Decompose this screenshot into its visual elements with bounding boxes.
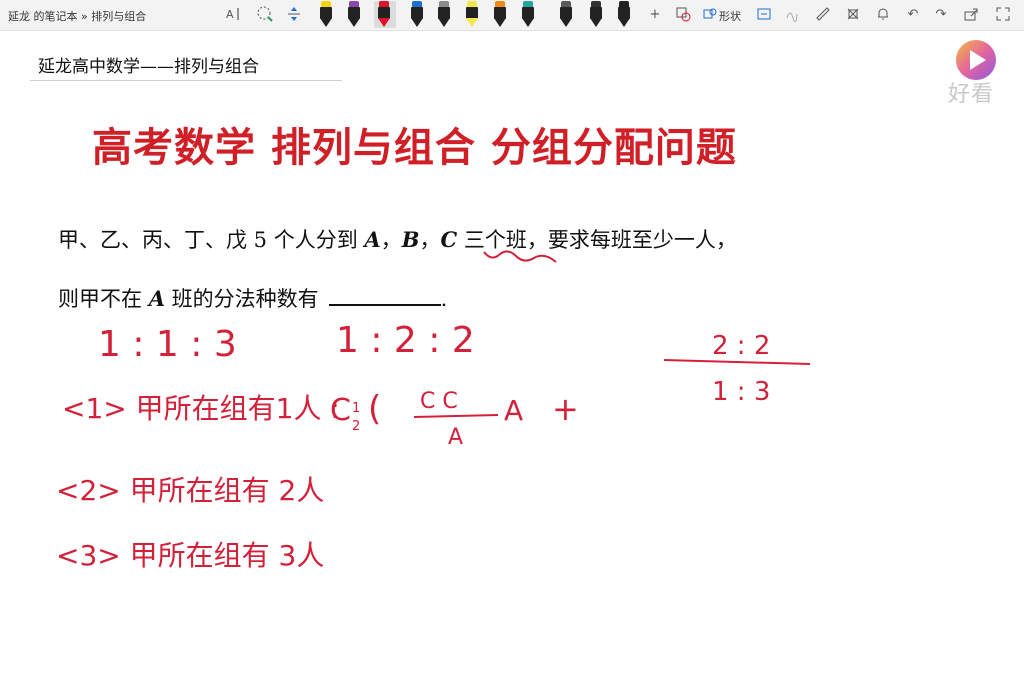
case1-c-sub: 2	[352, 419, 360, 434]
case1-c: C	[330, 393, 351, 428]
case1-tail: A	[504, 394, 523, 427]
wavy-underline	[483, 250, 557, 263]
case-3: <3> 甲所在组有 3人	[56, 539, 324, 572]
ratio-1-2-2: 1 : 2 : 2	[336, 320, 475, 361]
case-1: <1> 甲所在组有1人 :	[62, 392, 340, 425]
ratio-1-1-3: 1 : 1 : 3	[98, 324, 237, 365]
ink-layer: 1 : 1 : 3 1 : 2 : 2 2 : 2 1 : 3 <1> 甲所在组…	[56, 250, 811, 572]
ratio-2-2: 2 : 2	[712, 331, 770, 361]
fraction-bar	[413, 414, 499, 418]
case1-numerator: C C	[420, 389, 458, 414]
case1-c-sup: 1	[352, 401, 360, 416]
open-paren: (	[368, 389, 381, 429]
plus-sign: +	[552, 390, 579, 428]
ratio-1-3: 1 : 3	[712, 377, 770, 407]
case-2: <2> 甲所在组有 2人	[56, 474, 324, 507]
case1-denominator: A	[448, 425, 463, 450]
